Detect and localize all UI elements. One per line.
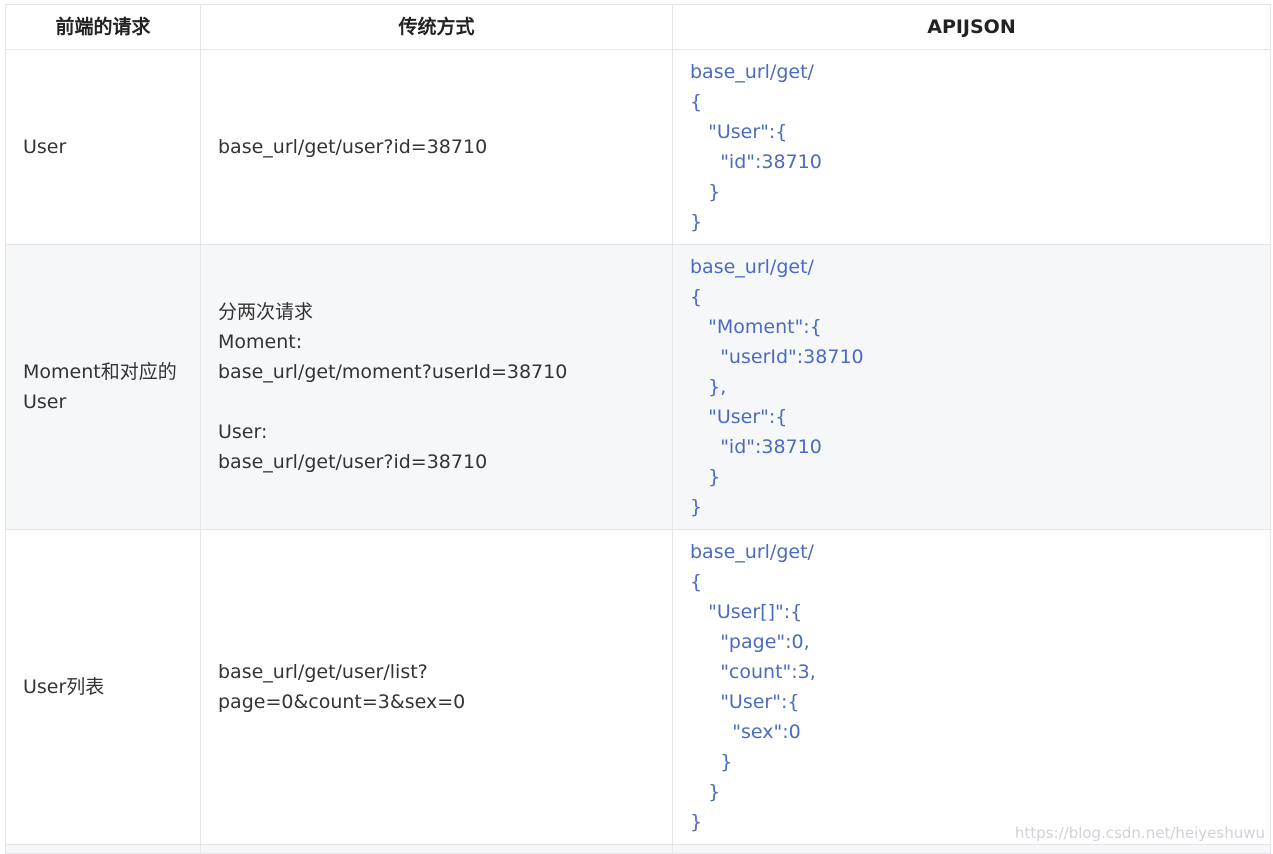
code-line: }, [690, 376, 727, 398]
code-line: "User":{ [690, 406, 788, 428]
apijson-cell: base_url/get/ { "Moment":{ "userId":3871… [672, 244, 1271, 530]
cell-line: User列表 [23, 676, 105, 698]
code-line: "User[]":{ [690, 601, 803, 623]
cell-line: User: [218, 421, 268, 443]
cell-line: Moment: [218, 331, 303, 353]
apijson-cell: base_url/get/ { "User":{ "id":38710 } } [672, 49, 1271, 245]
header-traditional: 传统方式 [200, 4, 673, 50]
code-line: "Moment":{ [690, 316, 822, 338]
cell-line: base_url/get/moment?userId=38710 [218, 361, 568, 383]
table-row: Moment和对应的 User 分两次请求 Moment: base_url/g… [5, 244, 1271, 530]
code-line: } [690, 466, 721, 488]
cell-line: User [23, 136, 67, 158]
code-line: "User":{ [690, 121, 788, 143]
code-line: base_url/get/ [690, 541, 814, 563]
traditional-cell: 分两次请求 Moment: base_url/get/moment?userId… [200, 244, 673, 530]
code-line: "page":0, [690, 631, 810, 653]
traditional-cell: base_url/get/user?id=38710 [200, 49, 673, 245]
code-line: { [690, 571, 703, 593]
cell-line: base_url/get/user?id=38710 [218, 451, 488, 473]
code-line: "sex":0 [690, 721, 801, 743]
request-cell: User列表 [5, 529, 201, 845]
request-cell: User [5, 49, 201, 245]
table-row: User base_url/get/user?id=38710 base_url… [5, 49, 1271, 245]
code-line: } [690, 211, 703, 233]
apijson-cell: base_url/get/ { "User[]":{ "page":0, "co… [672, 529, 1271, 845]
table-row: User列表 base_url/get/user/list? page=0&co… [5, 529, 1271, 845]
table-row-partial [5, 844, 1271, 854]
code-line: } [690, 781, 721, 803]
cell-line: User [23, 391, 67, 413]
cell-line: base_url/get/user/list? [218, 661, 428, 683]
code-line: { [690, 91, 703, 113]
code-line: "id":38710 [690, 151, 822, 173]
cell-line: page=0&count=3&sex=0 [218, 691, 466, 713]
request-cell: Moment和对应的 User [5, 244, 201, 530]
cell-line: base_url/get/user?id=38710 [218, 136, 488, 158]
code-line: "User":{ [690, 691, 800, 713]
code-line: } [690, 496, 703, 518]
code-line: "count":3, [690, 661, 816, 683]
code-line: } [690, 751, 733, 773]
cell-line: 分两次请求 [218, 301, 314, 323]
table-header-row: 前端的请求 传统方式 APIJSON [5, 4, 1271, 50]
header-apijson: APIJSON [672, 4, 1271, 50]
code-line: base_url/get/ [690, 61, 814, 83]
comparison-table: 前端的请求 传统方式 APIJSON User base_url/get/use… [5, 4, 1271, 854]
traditional-cell: base_url/get/user/list? page=0&count=3&s… [200, 529, 673, 845]
code-line: base_url/get/ [690, 256, 814, 278]
code-line: } [690, 181, 721, 203]
code-line: { [690, 286, 703, 308]
cell-line [218, 387, 672, 417]
code-line: "id":38710 [690, 436, 822, 458]
cell-line: Moment和对应的 [23, 361, 177, 383]
header-frontend-request: 前端的请求 [5, 4, 201, 50]
watermark: https://blog.csdn.net/heiyeshuwu [1014, 824, 1265, 842]
code-line: "userId":38710 [690, 346, 864, 368]
